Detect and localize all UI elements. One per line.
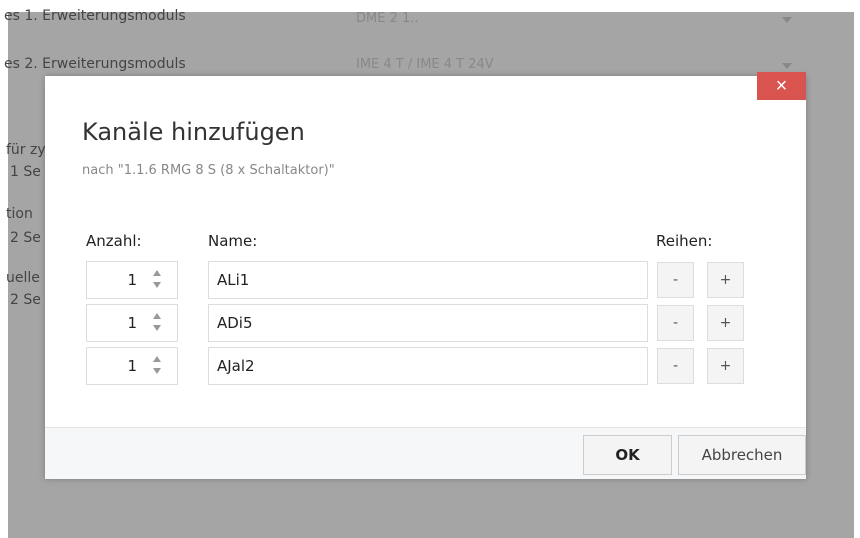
count-stepper[interactable]: 1 bbox=[86, 261, 178, 299]
channel-name-input[interactable] bbox=[208, 347, 648, 385]
add-channels-dialog: × Kanäle hinzufügen nach "1.1.6 RMG 8 S … bbox=[45, 72, 806, 479]
chevron-down-icon bbox=[782, 63, 792, 69]
channel-name-input[interactable] bbox=[208, 304, 648, 342]
bg-fragment: 2 Se bbox=[10, 230, 41, 246]
channel-row: 1 - + bbox=[45, 261, 806, 299]
bg-label-module-1: es 1. Erweiterungsmoduls bbox=[4, 8, 186, 24]
name-column-header: Name: bbox=[208, 232, 258, 250]
add-row-button[interactable]: + bbox=[707, 305, 744, 341]
bg-dropdown-module-1: DME 2 1.. bbox=[350, 6, 802, 32]
count-value: 1 bbox=[127, 271, 137, 289]
rows-column-header: Reihen: bbox=[656, 232, 713, 250]
bg-fragment: tion bbox=[6, 206, 33, 222]
ok-button[interactable]: OK bbox=[583, 435, 672, 475]
spinner-icon[interactable] bbox=[153, 356, 163, 376]
channel-row: 1 - + bbox=[45, 347, 806, 385]
count-stepper[interactable]: 1 bbox=[86, 347, 178, 385]
cancel-button[interactable]: Abbrechen bbox=[678, 435, 806, 475]
bg-fragment: 2 Se bbox=[10, 292, 41, 308]
remove-row-button[interactable]: - bbox=[657, 305, 694, 341]
add-row-button[interactable]: + bbox=[707, 348, 744, 384]
count-value: 1 bbox=[127, 314, 137, 332]
dialog-footer: OK Abbrechen bbox=[45, 427, 806, 479]
channel-name-input[interactable] bbox=[208, 261, 648, 299]
count-stepper[interactable]: 1 bbox=[86, 304, 178, 342]
spinner-icon[interactable] bbox=[153, 270, 163, 290]
remove-row-button[interactable]: - bbox=[657, 262, 694, 298]
spinner-icon[interactable] bbox=[153, 313, 163, 333]
channel-row: 1 - + bbox=[45, 304, 806, 342]
dialog-subtitle: nach "1.1.6 RMG 8 S (8 x Schaltaktor)" bbox=[82, 163, 335, 178]
bg-dropdown-value: IME 4 T / IME 4 T 24V bbox=[356, 57, 494, 72]
bg-label-module-2: es 2. Erweiterungsmoduls bbox=[4, 56, 186, 72]
bg-fragment: 1 Se bbox=[10, 164, 41, 180]
add-row-button[interactable]: + bbox=[707, 262, 744, 298]
bg-dropdown-module-2: IME 4 T / IME 4 T 24V bbox=[350, 52, 802, 78]
remove-row-button[interactable]: - bbox=[657, 348, 694, 384]
dialog-title: Kanäle hinzufügen bbox=[82, 118, 305, 146]
bg-fragment: uelle bbox=[6, 270, 40, 286]
count-column-header: Anzahl: bbox=[86, 232, 142, 250]
chevron-down-icon bbox=[782, 17, 792, 23]
count-value: 1 bbox=[127, 357, 137, 375]
close-button[interactable]: × bbox=[757, 72, 806, 100]
bg-fragment: für zy bbox=[6, 142, 46, 158]
bg-dropdown-value: DME 2 1.. bbox=[356, 11, 419, 26]
